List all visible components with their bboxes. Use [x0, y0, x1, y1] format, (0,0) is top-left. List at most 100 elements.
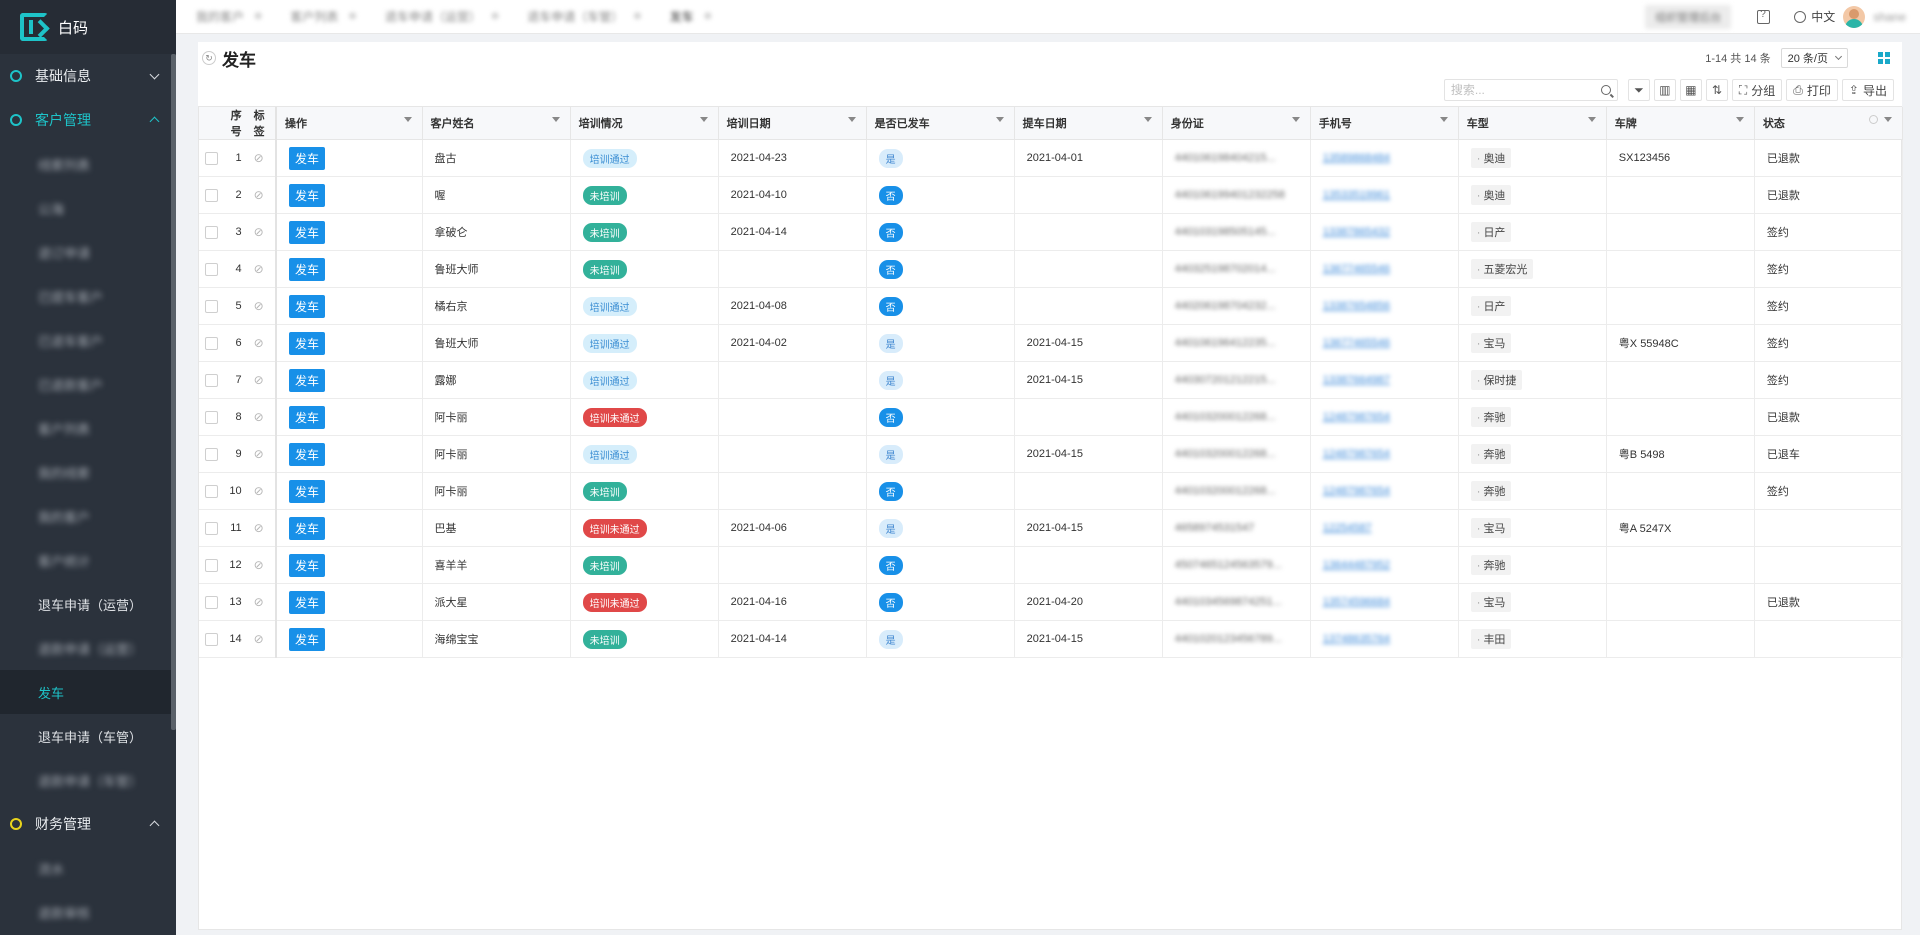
admin-console-button[interactable]: 组织管理后台: [1645, 4, 1732, 29]
table-row[interactable]: 11 ⊘ 发车 巴基 培训未通过 2021-04-06 是 2021-04-15 4658974…: [199, 509, 1904, 547]
sidebar-item[interactable]: 退车申请（车管）: [0, 714, 176, 758]
header-id-card[interactable]: 身份证: [1162, 107, 1311, 140]
paperclip-icon[interactable]: ⊘: [254, 151, 264, 165]
language-switch[interactable]: 中文: [1811, 8, 1835, 25]
sidebar-group-basic[interactable]: 基础信息: [0, 54, 176, 98]
caret-down-icon[interactable]: [847, 117, 856, 122]
search-input[interactable]: [1450, 83, 1601, 97]
header-status[interactable]: 状态: [1754, 107, 1904, 140]
header-phone[interactable]: 手机号: [1310, 107, 1459, 140]
caret-down-icon[interactable]: [1884, 117, 1892, 122]
row-checkbox[interactable]: [205, 632, 218, 646]
close-icon[interactable]: ⊗: [491, 11, 499, 22]
header-operation[interactable]: 操作: [276, 107, 423, 140]
send-car-button[interactable]: 发车: [289, 479, 326, 503]
paperclip-icon[interactable]: ⊘: [254, 373, 264, 387]
header-model[interactable]: 车型: [1458, 107, 1607, 140]
paperclip-icon[interactable]: ⊘: [254, 262, 264, 276]
header-customer-name[interactable]: 客户姓名: [422, 107, 571, 140]
sidebar-group-customer[interactable]: 客户管理: [0, 98, 176, 142]
send-car-button[interactable]: 发车: [289, 516, 326, 540]
phone-link[interactable]: 12487987654: [1323, 411, 1390, 423]
tab[interactable]: 发车 ⊗: [670, 8, 712, 25]
sidebar-item[interactable]: 退车申请（运营）: [0, 582, 176, 626]
table-row[interactable]: 12 ⊘ 发车 喜羊羊 未培训 否 450746512456357​9... 13644487…: [199, 546, 1904, 584]
row-checkbox[interactable]: [205, 299, 218, 313]
table-row[interactable]: 10 ⊘ 发车 阿卡丽 未培训 否 440103200012268... 1248798765…: [199, 472, 1904, 510]
header-pickup-date[interactable]: 提车日期: [1014, 107, 1163, 140]
close-icon[interactable]: ⊗: [704, 11, 712, 22]
paperclip-icon[interactable]: ⊘: [254, 410, 264, 424]
tab[interactable]: 退车申请（车管） ⊗: [527, 8, 641, 25]
phone-link[interactable]: 13574596684: [1323, 596, 1390, 608]
table-row[interactable]: 5 ⊘ 发车 橘右京 培训通过 2021-04-08 否 440206198704232...…: [199, 287, 1904, 325]
sidebar-item[interactable]: 已提车客户: [0, 274, 176, 318]
table-row[interactable]: 2 ⊘ 发车 喔未培训 2021-04-10 否 440106199401232258 135…: [199, 176, 1904, 214]
avatar[interactable]: [1843, 5, 1866, 28]
sidebar-item[interactable]: 已退车客户: [0, 318, 176, 362]
send-car-button[interactable]: 发车: [289, 368, 326, 392]
close-icon[interactable]: ⊗: [254, 11, 262, 22]
send-car-button[interactable]: 发车: [289, 553, 326, 577]
paperclip-icon[interactable]: ⊘: [254, 299, 264, 313]
caret-down-icon[interactable]: [403, 117, 412, 122]
row-checkbox[interactable]: [205, 336, 218, 350]
sidebar-item[interactable]: 客户统计: [0, 538, 176, 582]
columns-button[interactable]: ▦: [1679, 79, 1702, 101]
paperclip-icon[interactable]: ⊘: [254, 447, 264, 461]
sidebar-item[interactable]: 退款申请（运营）: [0, 626, 176, 670]
phone-link[interactable]: 13748635764: [1323, 633, 1390, 645]
sidebar-item[interactable]: 退款申请（车管）: [0, 758, 176, 802]
header-training-date[interactable]: 培训日期: [718, 107, 867, 140]
sidebar-item[interactable]: 我的客户: [0, 494, 176, 538]
caret-down-icon[interactable]: [1439, 117, 1448, 122]
username[interactable]: shane: [1873, 10, 1906, 24]
phone-link[interactable]: 12487987654: [1323, 448, 1390, 460]
sidebar-item[interactable]: 流水: [0, 846, 176, 890]
row-checkbox[interactable]: [205, 521, 218, 535]
chart-button[interactable]: ▥: [1653, 79, 1676, 101]
paperclip-icon[interactable]: ⊘: [254, 632, 264, 646]
header-training[interactable]: 培训情况: [570, 107, 719, 140]
paperclip-icon[interactable]: ⊘: [254, 225, 264, 239]
table-row[interactable]: 3 ⊘ 发车 拿破仑 未培训 2021-04-14 否 440103198505145... 1…: [199, 213, 1904, 251]
send-car-button[interactable]: 发车: [289, 627, 326, 651]
caret-down-icon[interactable]: [1291, 117, 1300, 122]
send-car-button[interactable]: 发车: [289, 405, 326, 429]
sidebar-item[interactable]: 发车: [0, 670, 176, 714]
sidebar-item[interactable]: 我的线索: [0, 450, 176, 494]
phone-link[interactable]: 13387664987: [1323, 374, 1390, 386]
sort-button[interactable]: ⇅: [1705, 79, 1728, 101]
sidebar-item[interactable]: 线索列表: [0, 142, 176, 186]
close-icon[interactable]: ⊗: [633, 11, 641, 22]
tab[interactable]: 我的客户 ⊗: [196, 8, 262, 25]
tab[interactable]: 退车申请（运营） ⊗: [385, 8, 499, 25]
phone-link[interactable]: 12487987654: [1323, 485, 1390, 497]
row-checkbox[interactable]: [205, 447, 218, 461]
paperclip-icon[interactable]: ⊘: [254, 595, 264, 609]
paperclip-icon[interactable]: ⊘: [254, 521, 264, 535]
sidebar-group-finance[interactable]: 财务管理: [0, 802, 176, 846]
row-checkbox[interactable]: [205, 188, 218, 202]
table-row[interactable]: 1 ⊘ 发车 盘古 培训通过 2021-04-23 是 2021-04-01 440106198…: [199, 139, 1904, 177]
send-car-button[interactable]: 发车: [289, 442, 326, 466]
row-checkbox[interactable]: [205, 151, 218, 165]
settings-icon[interactable]: [1869, 115, 1878, 124]
row-checkbox[interactable]: [205, 558, 218, 572]
phone-link[interactable]: 13677465546: [1323, 263, 1390, 275]
send-car-button[interactable]: 发车: [289, 146, 326, 170]
send-car-button[interactable]: 发车: [289, 590, 326, 614]
logo-bar[interactable]: 白码: [0, 0, 176, 54]
phone-link[interactable]: 13589868484: [1323, 152, 1390, 164]
caret-down-icon[interactable]: [1143, 117, 1152, 122]
row-checkbox[interactable]: [205, 225, 218, 239]
caret-down-icon[interactable]: [995, 117, 1004, 122]
paperclip-icon[interactable]: ⊘: [254, 484, 264, 498]
grid-view-icon[interactable]: [1878, 52, 1890, 64]
table-row[interactable]: 13 ⊘ 发车 派大星 培训未通过 2021-04-16 否 2021-04-20 440103…: [199, 583, 1904, 621]
header-plate[interactable]: 车牌: [1606, 107, 1755, 140]
page-size-select[interactable]: 20 条/页: [1780, 48, 1848, 68]
header-sent[interactable]: 是否已发车: [866, 107, 1015, 140]
sidebar-item[interactable]: 客户列表: [0, 406, 176, 450]
caret-down-icon[interactable]: [551, 117, 560, 122]
